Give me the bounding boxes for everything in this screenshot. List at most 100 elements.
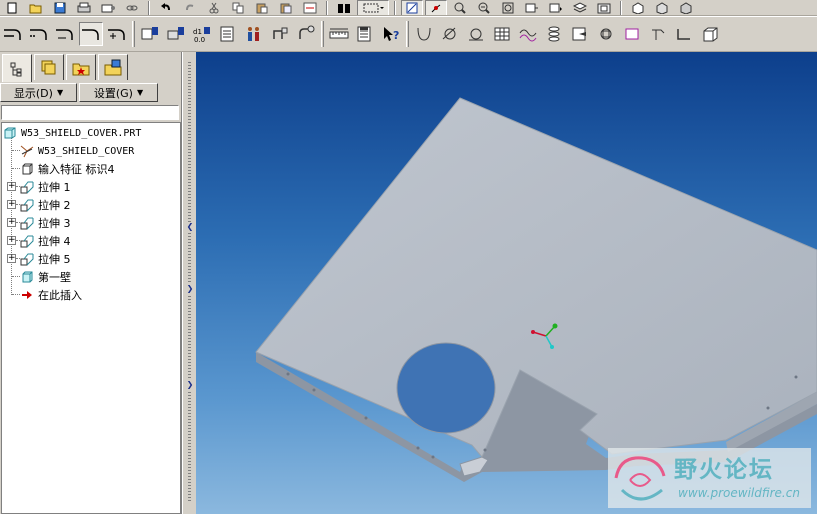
zoom-in-icon[interactable]	[449, 0, 471, 15]
corner-relief-icon[interactable]	[646, 22, 670, 46]
tree-expander[interactable]: +	[7, 254, 16, 263]
zoom-out-icon[interactable]	[473, 0, 495, 15]
toolbar-grip[interactable]	[321, 21, 324, 47]
flat-pattern-icon[interactable]	[672, 22, 696, 46]
tree-connector	[12, 168, 20, 169]
sketch-offset-icon[interactable]	[105, 22, 129, 46]
import-feature-icon	[20, 162, 34, 176]
wireframe-icon[interactable]	[675, 0, 697, 15]
repaint-icon[interactable]	[401, 0, 423, 15]
sheetmetal-wall-icon[interactable]	[412, 22, 436, 46]
tree-filter-bar[interactable]	[1, 105, 179, 120]
shading-icon[interactable]	[627, 0, 649, 15]
program-icon[interactable]	[294, 22, 318, 46]
show-menu[interactable]: 显示(D) ▼	[0, 83, 77, 102]
notch-icon[interactable]	[568, 22, 592, 46]
spin-center-icon[interactable]	[425, 0, 447, 15]
view-manager-icon[interactable]	[593, 0, 615, 15]
saved-views-icon[interactable]	[545, 0, 567, 15]
refit-icon[interactable]	[497, 0, 519, 15]
rip-icon[interactable]	[620, 22, 644, 46]
forum-logo-icon	[614, 456, 666, 501]
toolbar-separator	[394, 0, 396, 15]
relations-icon[interactable]	[216, 22, 240, 46]
save-icon[interactable]	[49, 0, 71, 15]
sketch-fillet-icon[interactable]	[27, 22, 51, 46]
tree-expander[interactable]: +	[7, 200, 16, 209]
toolbar-separator	[326, 0, 328, 15]
tree-root-row[interactable]: W53_SHIELD_COVER.PRT	[3, 124, 141, 142]
family-table-icon[interactable]	[268, 22, 292, 46]
feature-toolbar: d1 0.0 ?	[0, 16, 817, 52]
expand-right-icon[interactable]: ❯	[186, 380, 194, 390]
link-icon[interactable]	[121, 0, 143, 15]
chevron-down-icon: ▼	[56, 88, 64, 97]
tree-item-import[interactable]: 输入特征 标识4	[20, 160, 115, 178]
csys-icon	[20, 144, 34, 158]
sketch-bend-icon[interactable]	[79, 22, 103, 46]
tree-item-extrude-5[interactable]: 拉伸 5	[20, 250, 71, 268]
flat-wall-icon[interactable]	[438, 22, 462, 46]
expand-right-icon[interactable]: ❯	[186, 284, 194, 294]
switch-dimensions-icon[interactable]: d1 0.0	[190, 22, 214, 46]
tree-item-extrude-3[interactable]: 拉伸 3	[20, 214, 71, 232]
toolbar-grip[interactable]	[406, 21, 409, 47]
new-file-icon[interactable]	[1, 0, 23, 15]
sketch-chamfer-icon[interactable]	[53, 22, 77, 46]
graphics-window[interactable]: 野火论坛 www.proewildfire.cn	[196, 52, 817, 514]
layers-tab[interactable]	[34, 54, 64, 80]
tree-item-label: 拉伸 5	[38, 253, 71, 266]
open-folder-icon[interactable]	[25, 0, 47, 15]
tree-item-extrude-1[interactable]: 拉伸 1	[20, 178, 71, 196]
toolbar-grip[interactable]	[132, 21, 135, 47]
context-help-icon[interactable]: ?	[379, 22, 403, 46]
undo-icon[interactable]	[155, 0, 177, 15]
find-icon[interactable]	[333, 0, 355, 15]
redo-icon[interactable]	[179, 0, 201, 15]
extrude-icon	[20, 234, 34, 248]
tree-item-label: 拉伸 1	[38, 181, 71, 194]
paste-icon[interactable]	[251, 0, 273, 15]
tree-item-insert-here[interactable]: 在此插入	[20, 286, 82, 304]
favorites-tab[interactable]	[66, 54, 96, 80]
conversion-icon[interactable]	[698, 22, 722, 46]
bend-back-icon[interactable]	[516, 22, 540, 46]
folder-tab[interactable]	[98, 54, 128, 80]
flange-wall-icon[interactable]	[464, 22, 488, 46]
paste-special-icon[interactable]	[275, 0, 297, 15]
feature-info-icon[interactable]	[164, 22, 188, 46]
model-analysis-icon[interactable]	[353, 22, 377, 46]
print-icon[interactable]	[73, 0, 95, 15]
panel-splitter[interactable]: ❮ ❯ ❯	[182, 52, 196, 514]
form-icon[interactable]	[542, 22, 566, 46]
tree-expander[interactable]: +	[7, 218, 16, 227]
settings-menu[interactable]: 设置(G) ▼	[79, 83, 158, 102]
email-icon[interactable]	[97, 0, 119, 15]
cut-icon[interactable]	[203, 0, 225, 15]
layers-icon[interactable]	[569, 0, 591, 15]
tree-item-extrude-4[interactable]: 拉伸 4	[20, 232, 71, 250]
tree-item-label: 拉伸 3	[38, 217, 71, 230]
copy-icon[interactable]	[227, 0, 249, 15]
toolbar-separator	[148, 0, 150, 15]
tree-item-first-wall[interactable]: 第一壁	[20, 268, 71, 286]
parameters-icon[interactable]	[242, 22, 266, 46]
tree-connector	[12, 150, 20, 151]
reorient-icon[interactable]	[521, 0, 543, 15]
model-info-icon[interactable]	[138, 22, 162, 46]
unbend-icon[interactable]	[490, 22, 514, 46]
tree-item-csys[interactable]: W53_SHIELD_COVER	[20, 142, 134, 160]
punch-icon[interactable]	[594, 22, 618, 46]
folder-stack-icon	[41, 60, 56, 74]
tree-expander[interactable]: +	[7, 182, 16, 191]
regenerate-icon[interactable]	[299, 0, 321, 15]
hidden-line-icon[interactable]	[651, 0, 673, 15]
measure-icon[interactable]	[327, 22, 351, 46]
collapse-left-icon[interactable]: ❮	[186, 222, 194, 232]
select-box-icon[interactable]	[357, 0, 389, 15]
tree-expander[interactable]: +	[7, 236, 16, 245]
sketch-arc-icon[interactable]	[1, 22, 25, 46]
tree-item-extrude-2[interactable]: 拉伸 2	[20, 196, 71, 214]
model-tree-tab[interactable]	[2, 54, 32, 82]
extrude-icon	[20, 252, 34, 266]
